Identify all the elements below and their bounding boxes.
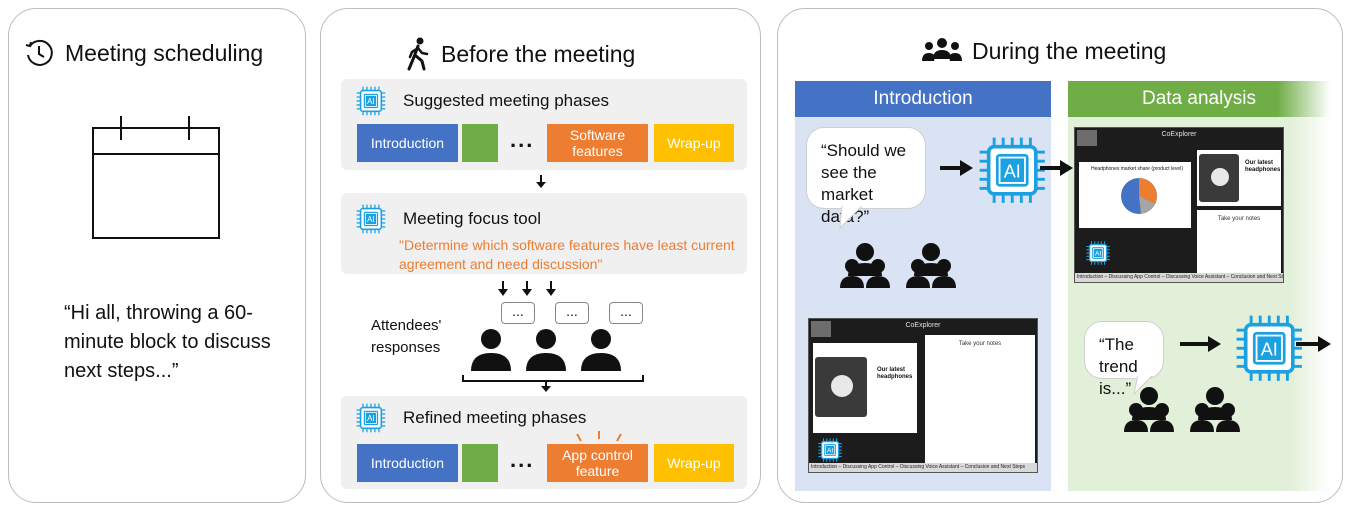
slide-card: Our latest headphones xyxy=(813,343,917,433)
participants-icon xyxy=(840,243,956,288)
ai-chip-label: AI xyxy=(367,97,375,106)
phase-chip-app-control-feature: App control feature xyxy=(547,444,648,482)
during-meeting-panel: During the meeting Introduction Data ana… xyxy=(777,8,1343,503)
slide-card: Our latest headphones xyxy=(1197,150,1281,206)
coexplorer-intro-screenshot: CoExplorer Our latest headphones Take yo… xyxy=(808,318,1038,473)
three-down-arrows-icon xyxy=(498,281,556,296)
market-share-chart-card: Headphones market share (product level) xyxy=(1079,162,1191,228)
down-arrow-icon xyxy=(536,175,546,188)
attendees-label: Attendees' responses xyxy=(371,317,442,356)
right-arrow-icon xyxy=(940,160,973,176)
ai-chip-icon: AI xyxy=(976,134,1049,212)
history-clock-icon xyxy=(25,39,53,66)
notes-pane[interactable]: Take your notes xyxy=(1197,210,1281,274)
walking-person-icon xyxy=(407,37,429,71)
attendees-group-icon xyxy=(462,329,644,392)
ai-chip-icon: AI xyxy=(355,402,387,439)
meeting-scheduling-panel: Meeting scheduling “Hi all, throwing a 6… xyxy=(8,8,306,503)
ai-chip-label: AI xyxy=(367,215,375,224)
meeting-scheduling-title-text: Meeting scheduling xyxy=(65,39,264,66)
coexplorer-analysis-screenshot: CoExplorer Headphones market share (prod… xyxy=(1074,127,1284,283)
market-data-speech-bubble: “Should we see the market data?” xyxy=(806,127,926,226)
during-meeting-title-text: During the meeting xyxy=(972,37,1167,64)
introduction-phase-header: Introduction xyxy=(795,81,1051,117)
scheduling-quote: “Hi all, throwing a 60-minute block to d… xyxy=(64,302,271,382)
before-meeting-panel: Before the meeting AI Suggested meeting … xyxy=(320,8,761,503)
phase-chip-wrap-up: Wrap-up xyxy=(654,444,734,482)
ai-chip-icon: AI xyxy=(1233,312,1306,390)
pie-chart xyxy=(1121,178,1157,214)
ai-chip-icon: AI xyxy=(355,85,387,122)
highlight-rays-icon xyxy=(576,431,622,442)
headphones-image xyxy=(815,357,867,417)
refined-phases-box: AI Refined meeting phases Introduction .… xyxy=(341,396,747,489)
right-arrow-icon xyxy=(1296,336,1331,352)
notes-label: Take your notes xyxy=(958,341,1002,347)
phase-chip-green xyxy=(462,444,498,482)
slide-card-title: Our latest headphones xyxy=(877,367,913,380)
participants-icon xyxy=(1124,387,1240,432)
ai-chip-label: AI xyxy=(1004,162,1021,182)
before-meeting-title-text: Before the meeting xyxy=(441,40,636,67)
phase-chip-software-features: Software features xyxy=(547,124,648,162)
suggested-phases-box: AI Suggested meeting phases Introduction… xyxy=(341,79,747,170)
app-title: CoExplorer xyxy=(1161,131,1197,138)
app-title: CoExplorer xyxy=(905,322,941,329)
phase-ellipsis: ... xyxy=(510,447,535,472)
before-meeting-title: Before the meeting xyxy=(405,37,635,71)
meeting-focus-prompt: "Determine which software features have … xyxy=(399,237,735,272)
data-analysis-phase-header: Data analysis xyxy=(1068,81,1330,117)
phase-chip-wrap-up: Wrap-up xyxy=(654,124,734,162)
phase-chip-green xyxy=(462,124,498,162)
right-arrow-icon xyxy=(1180,336,1221,352)
notes-label: Take your notes xyxy=(1217,216,1261,222)
meeting-scheduling-title: Meeting scheduling xyxy=(23,37,263,69)
slide-card-title: Our latest headphones xyxy=(1245,160,1281,173)
ai-chip-icon: AI xyxy=(1085,240,1111,271)
phase-ellipsis: ... xyxy=(510,127,535,152)
notes-pane[interactable]: Take your notes xyxy=(925,335,1035,465)
phase-timeline-footer: Introduction – Discussing App Control – … xyxy=(1075,273,1283,282)
speech-bubble-tail xyxy=(839,204,865,230)
ai-chip-label: AI xyxy=(827,448,833,455)
meeting-focus-heading: Meeting focus tool xyxy=(403,209,541,228)
right-arrow-icon xyxy=(1040,160,1073,176)
group-people-icon xyxy=(922,38,962,61)
trend-speech-bubble: “The trend is...” xyxy=(1084,321,1164,398)
suggested-phases-heading: Suggested meeting phases xyxy=(403,91,610,110)
phase-chip-introduction: Introduction xyxy=(357,444,458,482)
ai-chip-label: AI xyxy=(367,414,375,423)
meeting-focus-tool-box: AI Meeting focus tool "Determine which s… xyxy=(341,193,747,274)
phase-timeline-footer: Introduction – Discussing App Control – … xyxy=(809,463,1037,472)
ai-chip-label: AI xyxy=(1261,340,1278,360)
headphones-image xyxy=(1199,154,1239,202)
calendar-icon xyxy=(92,116,220,239)
phase-chip-introduction: Introduction xyxy=(357,124,458,162)
refined-phases-heading: Refined meeting phases xyxy=(403,408,587,427)
market-share-chart-title: Headphones market share (product level) xyxy=(1091,166,1183,172)
during-meeting-title: During the meeting xyxy=(922,37,1166,65)
ai-chip-label: AI xyxy=(1095,251,1101,258)
ai-chip-icon: AI xyxy=(355,203,387,240)
